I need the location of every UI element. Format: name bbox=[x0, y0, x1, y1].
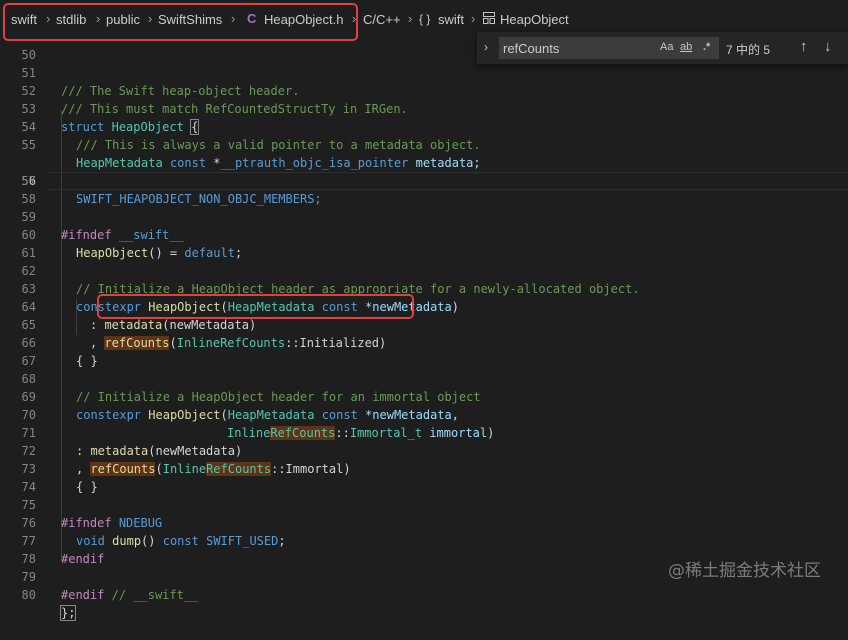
chevron-right-icon[interactable]: › bbox=[484, 40, 488, 54]
chevron-right-icon: › bbox=[408, 11, 413, 26]
breadcrumb-stdlib[interactable]: stdlib bbox=[56, 12, 86, 27]
regex-icon[interactable]: .* bbox=[703, 41, 710, 53]
code-line: 74 bbox=[21, 480, 36, 494]
chevron-right-icon: › bbox=[148, 11, 153, 26]
breadcrumb-public[interactable]: public bbox=[106, 12, 140, 27]
chevron-right-icon: › bbox=[471, 11, 476, 26]
code-line: 65 , refCounts(InlineRefCounts::Initiali… bbox=[21, 318, 387, 350]
arrow-down-icon[interactable]: ↓ bbox=[824, 38, 832, 55]
match-case-icon[interactable]: Aa bbox=[660, 41, 673, 53]
match-count: 7 中的 5 bbox=[726, 43, 771, 57]
code-line-current: 56 bbox=[0, 136, 848, 190]
namespace-icon: { } bbox=[419, 12, 431, 26]
code-line: 66 { } bbox=[21, 336, 98, 368]
code-line: 67 bbox=[21, 354, 36, 368]
breadcrumb-swiftshims[interactable]: SwiftShims bbox=[158, 12, 222, 27]
code-line: 59 #ifndef __swift__ bbox=[21, 210, 184, 242]
code-line: 54 /// This is always a valid pointer to… bbox=[21, 120, 481, 152]
code-line: 61 bbox=[21, 246, 36, 260]
code-line: 73 { } bbox=[21, 462, 98, 494]
code-line: 77 #endif bbox=[21, 534, 105, 566]
chevron-right-icon: › bbox=[96, 11, 101, 26]
breadcrumb-swift[interactable]: swift bbox=[11, 12, 37, 27]
code-line: 71 : metadata(newMetadata) bbox=[21, 426, 243, 458]
code-line: 58 bbox=[21, 192, 36, 206]
code-line: 53 struct HeapObject { bbox=[21, 102, 200, 135]
breadcrumb-symbol[interactable]: HeapObject bbox=[500, 12, 569, 27]
code-editor[interactable]: 50 51 /// The Swift heap-object header. … bbox=[0, 28, 848, 621]
chevron-right-icon: › bbox=[352, 11, 357, 26]
code-line: 69 constexpr HeapObject(HeapMetadata con… bbox=[21, 390, 459, 422]
c-file-icon: C bbox=[247, 11, 257, 26]
code-line: 78 bbox=[21, 552, 36, 566]
breadcrumb-namespace[interactable]: swift bbox=[438, 12, 464, 27]
code-line: 52 /// This must match RefCountedStructT… bbox=[21, 84, 408, 116]
code-line: 72 , refCounts(InlineRefCounts::Immortal… bbox=[21, 444, 351, 476]
code-line: 57 SWIFT_HEAPOBJECT_NON_OBJC_MEMBERS; bbox=[21, 174, 322, 206]
code-line: 70 InlineRefCounts::Immortal_t immortal) bbox=[21, 408, 495, 440]
chevron-right-icon: › bbox=[231, 11, 236, 26]
chevron-right-icon: › bbox=[46, 11, 51, 26]
whole-word-icon[interactable]: ab bbox=[680, 41, 692, 53]
code-line: 63 constexpr HeapObject(HeapMetadata con… bbox=[21, 282, 459, 314]
breadcrumb-file[interactable]: HeapObject.h bbox=[264, 12, 344, 27]
code-line: 60 HeapObject() = default; bbox=[21, 228, 243, 260]
arrow-up-icon[interactable]: ↑ bbox=[800, 38, 808, 55]
find-widget: › Aa ab .* 7 中的 5 ↑ ↓ bbox=[477, 32, 848, 64]
code-line: 76 void dump() const SWIFT_USED; bbox=[21, 516, 286, 548]
struct-icon bbox=[483, 12, 495, 24]
code-line: 62 // Initialize a HeapObject header as … bbox=[21, 264, 640, 296]
breadcrumb-language[interactable]: C/C++ bbox=[363, 12, 401, 27]
code-line: 75 #ifndef NDEBUG bbox=[21, 498, 163, 530]
watermark: @稀土掘金技术社区 bbox=[668, 561, 821, 581]
code-line: 68 // Initialize a HeapObject header for… bbox=[21, 372, 481, 404]
code-line: 64 : metadata(newMetadata) bbox=[21, 300, 257, 332]
code-line: 55 HeapMetadata const *__ptrauth_objc_is… bbox=[21, 138, 481, 170]
